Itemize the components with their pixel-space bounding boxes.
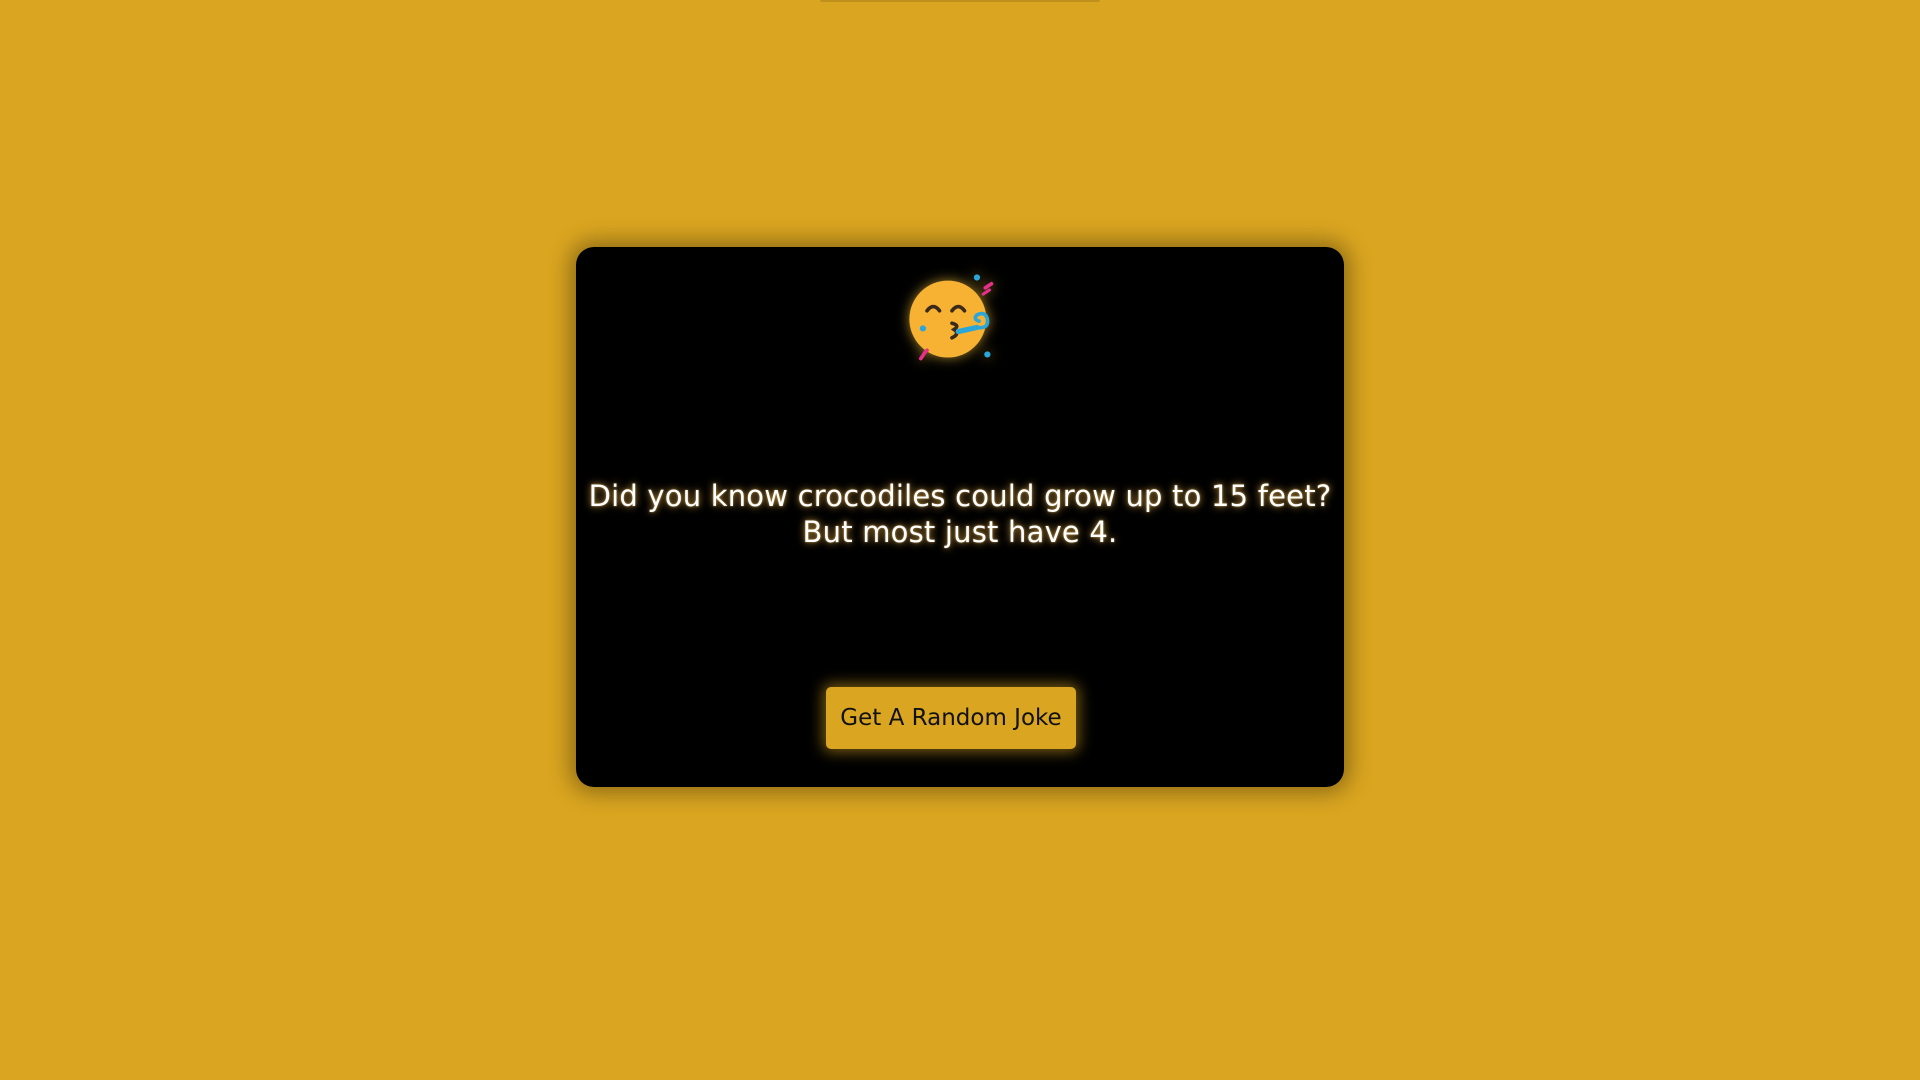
get-random-joke-button[interactable]: Get A Random Joke (826, 687, 1076, 749)
joke-line-1: Did you know crocodiles could grow up to… (588, 479, 1332, 513)
partying-face-icon (900, 265, 1004, 369)
joke-text: Did you know crocodiles could grow up to… (586, 478, 1334, 550)
top-edge-divider (820, 0, 1100, 2)
joke-line-2: But most just have 4. (802, 515, 1118, 549)
